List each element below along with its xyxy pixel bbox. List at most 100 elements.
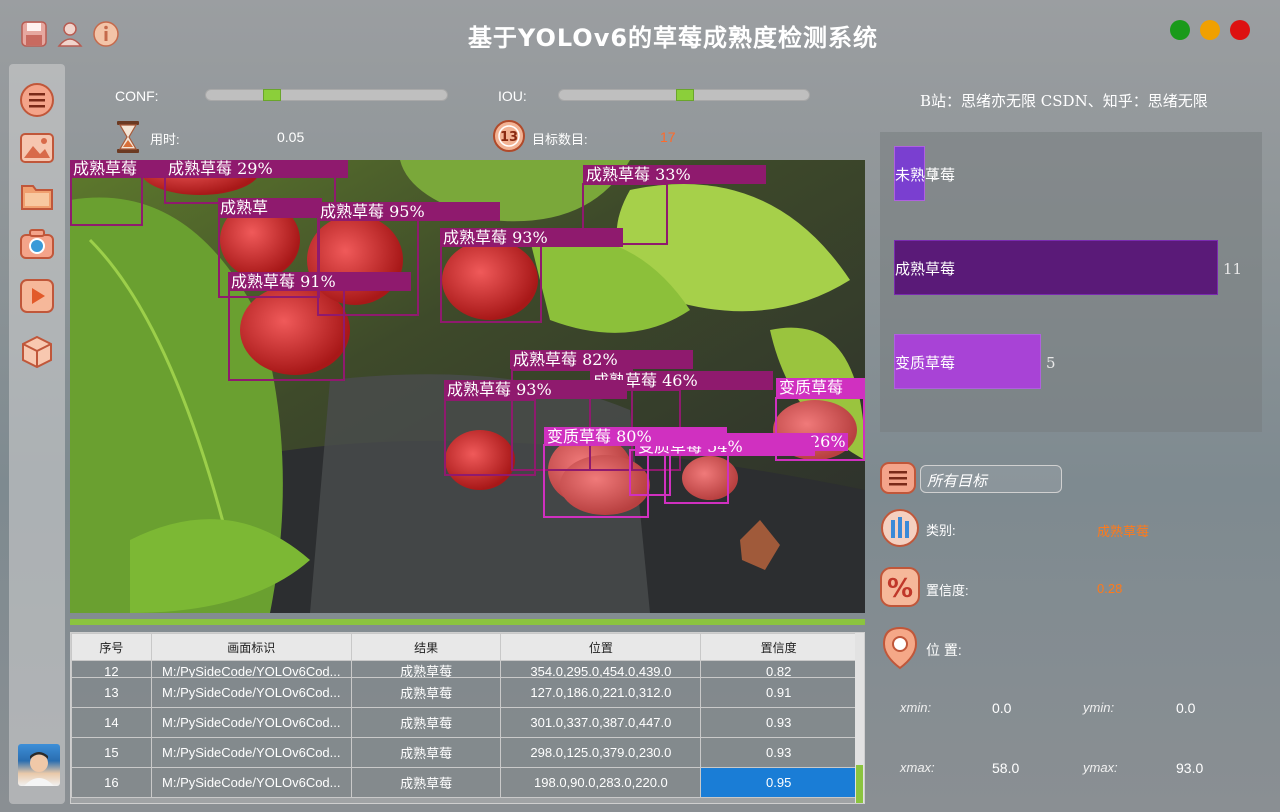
camera-icon[interactable] (19, 226, 55, 262)
detection-tag: 成熟草莓 93% (443, 228, 548, 247)
table-row[interactable]: 14 M:/PySideCode/YOLOv6Cod... 成熟草莓 301.0… (71, 707, 857, 738)
ymax-value: 93.0 (1176, 760, 1204, 776)
cell-confidence[interactable]: 0.93 (700, 707, 857, 738)
count-value: 17 (660, 129, 676, 145)
class-label: 类别: (926, 523, 956, 538)
cell-confidence[interactable]: 0.93 (700, 737, 857, 768)
detection-tag: 变质草莓 80% (547, 427, 652, 446)
detection-tag: 成熟草莓 82% (513, 350, 618, 369)
cell-confidence[interactable]: 0.95 (700, 767, 857, 798)
detection-tag: 成熟草莓 91% (231, 272, 336, 291)
video-icon[interactable] (19, 278, 55, 314)
cell-position[interactable]: 301.0,337.0,387.0,447.0 (500, 707, 702, 738)
results-table[interactable]: 序号 画面标识 结果 位置 置信度 12 M:/PySideCode/YOLOv… (70, 632, 865, 804)
cell-index[interactable]: 12 (71, 660, 152, 678)
count-label: 目标数目: (532, 132, 588, 147)
cell-position[interactable]: 354.0,295.0,454.0,439.0 (500, 660, 702, 678)
chart-bar-value: 11 (1223, 260, 1243, 278)
chart-bar-label: 变质草莓 (895, 354, 956, 372)
iou-slider[interactable] (558, 89, 810, 101)
detection-tag: 成熟草莓 (73, 160, 137, 178)
detection-tag: 变质草莓 (779, 378, 843, 397)
strawberry (682, 456, 738, 500)
time-value: 0.05 (277, 129, 305, 145)
table-row[interactable]: 15 M:/PySideCode/YOLOv6Cod... 成熟草莓 298.0… (71, 737, 857, 768)
strawberry (560, 455, 650, 515)
cell-result[interactable]: 成熟草莓 (350, 737, 502, 768)
strawberry (307, 215, 403, 305)
cell-index[interactable]: 13 (71, 677, 152, 708)
avatar[interactable] (18, 744, 60, 786)
cell-position[interactable]: 198.0,90.0,283.0,220.0 (500, 767, 702, 798)
app-title: 基于YOLOv6的草莓成熟度检测系统 (467, 24, 879, 52)
col-header-source[interactable]: 画面标识 (150, 633, 352, 661)
col-header-confidence[interactable]: 置信度 (700, 633, 857, 661)
cell-source[interactable]: M:/PySideCode/YOLOv6Cod... (150, 677, 352, 708)
conf-slider[interactable] (205, 89, 448, 101)
strawberry (445, 430, 515, 490)
conf-slider-handle[interactable] (263, 89, 281, 101)
iou-slider-handle[interactable] (676, 89, 694, 101)
detection-tag: 成熟草莓 93% (447, 380, 552, 399)
col-header-result[interactable]: 结果 (350, 633, 502, 661)
confidence-label: 置信度: (926, 583, 969, 598)
class-value: 成熟草莓 (1097, 524, 1150, 539)
table-scrollbar[interactable] (855, 633, 864, 803)
ymin-value: 0.0 (1176, 700, 1196, 716)
xmax-value: 58.0 (992, 760, 1020, 776)
title-bar: 基于YOLOv6的草莓成熟度检测系统 (0, 0, 1280, 64)
detection-tag: 成熟草莓 29% (168, 160, 273, 178)
filter-menu-button[interactable] (880, 462, 916, 498)
cell-source[interactable]: M:/PySideCode/YOLOv6Cod... (150, 707, 352, 738)
detection-tag: 成熟草 (220, 198, 268, 217)
detection-tag: 26% (810, 432, 846, 451)
cell-source[interactable]: M:/PySideCode/YOLOv6Cod... (150, 767, 352, 798)
cell-source[interactable]: M:/PySideCode/YOLOv6Cod... (150, 737, 352, 768)
detection-image-view[interactable]: 成熟草莓 成熟草莓 29% 成熟草莓 33% 成熟草 成熟草莓 95% 成熟草莓… (70, 160, 865, 613)
table-header-row: 序号 画面标识 结果 位置 置信度 (71, 633, 857, 661)
target-filter-select[interactable]: 所有目标 (920, 465, 1062, 493)
cell-position[interactable]: 298.0,125.0,379.0,230.0 (500, 737, 702, 768)
ymax-label: ymax: (1083, 760, 1118, 775)
cell-source[interactable]: M:/PySideCode/YOLOv6Cod... (150, 660, 352, 678)
cell-index[interactable]: 14 (71, 707, 152, 738)
image-icon[interactable] (19, 130, 55, 166)
cell-result[interactable]: 成熟草莓 (350, 677, 502, 708)
author-credit: B站：思绪亦无限 CSDN、知乎：思绪无限 (920, 92, 1208, 110)
table-row[interactable]: 13 M:/PySideCode/YOLOv6Cod... 成熟草莓 127.0… (71, 677, 857, 708)
cell-result[interactable]: 成熟草莓 (350, 767, 502, 798)
chart-bar-label: 成熟草莓 (895, 260, 956, 278)
cell-result[interactable]: 成熟草莓 (350, 660, 502, 678)
menu-icon[interactable] (19, 82, 55, 118)
cell-confidence[interactable]: 0.82 (700, 660, 857, 678)
table-scrollbar-thumb[interactable] (856, 765, 863, 803)
chart-bar-value: 1 (930, 166, 940, 184)
class-count-chart: 未熟草莓 1 成熟草莓 11 变质草莓 5 (880, 132, 1262, 432)
detection-tag: 成熟草莓 95% (320, 202, 425, 221)
table-row-selected[interactable]: 16 M:/PySideCode/YOLOv6Cod... 成熟草莓 198.0… (71, 767, 857, 798)
location-pin-icon (880, 626, 918, 670)
model-icon[interactable] (19, 334, 55, 370)
confidence-value: 0.28 (1097, 581, 1123, 596)
cell-position[interactable]: 127.0,186.0,221.0,312.0 (500, 677, 702, 708)
maximize-button[interactable] (1170, 20, 1190, 40)
table-row[interactable]: 12 M:/PySideCode/YOLOv6Cod... 成熟草莓 354.0… (71, 660, 857, 678)
ymin-label: ymin: (1083, 700, 1115, 715)
cell-index[interactable]: 16 (71, 767, 152, 798)
strawberry (442, 240, 538, 320)
detection-tag: 成熟草莓 33% (586, 165, 691, 184)
cell-confidence[interactable]: 0.91 (700, 677, 857, 708)
class-icon (880, 508, 919, 547)
folder-icon[interactable] (19, 178, 55, 214)
col-header-position[interactable]: 位置 (500, 633, 702, 661)
minimize-button[interactable] (1200, 20, 1220, 40)
chart-bar-value: 5 (1046, 354, 1056, 372)
col-header-index[interactable]: 序号 (71, 633, 152, 661)
detection-progress-bar (70, 619, 865, 625)
close-button[interactable] (1230, 20, 1250, 40)
count-badge-number: 13 (500, 130, 518, 145)
position-label: 位 置: (926, 642, 962, 658)
cell-result[interactable]: 成熟草莓 (350, 707, 502, 738)
time-label: 用时: (150, 132, 180, 147)
cell-index[interactable]: 15 (71, 737, 152, 768)
